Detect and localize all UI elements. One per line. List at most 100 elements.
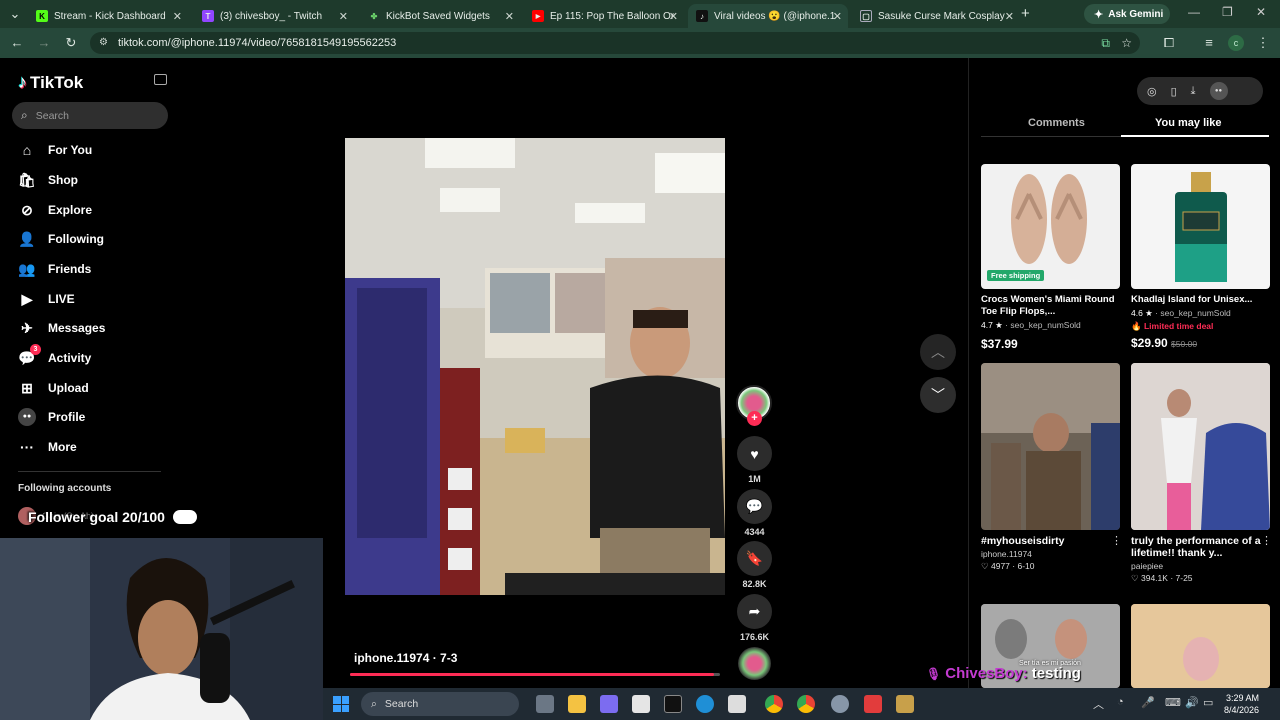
reload-icon[interactable]: ↻ (62, 34, 80, 52)
profile-avatar-icon: ●● (18, 408, 36, 426)
close-icon[interactable]: ✕ (339, 10, 348, 23)
copilot-icon[interactable] (600, 695, 618, 713)
clock-time: 3:29 AM (1225, 693, 1259, 703)
card-menu-icon[interactable]: ⋮ (1111, 534, 1122, 547)
nav-for-you[interactable]: ⌂ For You (18, 138, 92, 162)
window-close-icon[interactable]: ✕ (1256, 5, 1266, 19)
notepad-icon[interactable] (728, 695, 746, 713)
menu-dots-icon[interactable]: ⋮ (1254, 34, 1272, 52)
back-icon[interactable]: ← (8, 34, 26, 52)
mic-icon[interactable]: 🎤 (1141, 696, 1155, 709)
browser-tab-sasuke[interactable]: ▢ Sasuke Curse Mark Cosplay ✕ (852, 4, 1020, 28)
nav-label: For You (48, 143, 93, 157)
browser-tab-kickbot[interactable]: ✤ KickBot Saved Widgets ✕ (360, 4, 520, 28)
likes: 4977 (991, 561, 1010, 571)
minimize-icon[interactable]: — (1188, 5, 1200, 19)
tab-search-icon[interactable]: ⌄ (6, 5, 24, 23)
search-input[interactable]: ⌕ Search (12, 102, 168, 129)
file-explorer-icon[interactable] (568, 695, 586, 713)
windows-start-icon[interactable] (333, 696, 349, 712)
right-panel: ◎ ▯ ⤓ ●● Comments You may like Free ship… (968, 58, 1280, 688)
browser-tab-tiktok[interactable]: ♪ Viral videos 😮 (@iphone.1 ✕ (688, 4, 848, 28)
collapse-sidebar-icon[interactable] (154, 74, 167, 85)
taskbar-search[interactable]: ⌕ Search (361, 692, 519, 716)
extensions-icon[interactable]: ⧠ (1160, 34, 1178, 52)
heart-outline-icon: ♡ (1131, 573, 1139, 583)
home-icon: ⌂ (22, 142, 32, 158)
video-progress-track[interactable] (350, 673, 720, 676)
browser-tab-bar: ⌄ K Stream - Kick Dashboard ✕ T (3) chiv… (0, 0, 1280, 28)
nav-friends[interactable]: 👥 Friends (18, 257, 91, 281)
nav-more[interactable]: ··· More (18, 435, 77, 459)
edge-icon[interactable] (696, 695, 714, 713)
price-value: $29.90 (1131, 336, 1168, 350)
battery-icon[interactable]: ▭ (1203, 696, 1213, 709)
clock[interactable]: 3:29 AM 8/4/2026 (1219, 692, 1259, 716)
maximize-icon[interactable]: ❐ (1222, 5, 1233, 19)
nav-shop[interactable]: 🛍 Shop (18, 168, 78, 192)
nav-label: Upload (48, 381, 89, 395)
user-avatar-icon[interactable]: ●● (1209, 82, 1228, 100)
comment-button[interactable]: 💬 (737, 489, 772, 524)
nav-messages[interactable]: ✈ Messages (18, 316, 105, 340)
browser-tab-kick[interactable]: K Stream - Kick Dashboard ✕ (28, 4, 188, 28)
close-icon[interactable]: ✕ (505, 10, 514, 23)
tiktok-logo[interactable]: ♪ TikTok (18, 72, 83, 93)
recorder-icon[interactable] (864, 695, 882, 713)
video-card[interactable] (1131, 604, 1270, 688)
profile-avatar[interactable]: c (1228, 35, 1244, 51)
chrome-icon[interactable] (765, 695, 783, 713)
close-icon[interactable]: ✕ (669, 10, 678, 23)
tab-you-may-like[interactable]: You may like (1155, 117, 1221, 129)
video-card-title: #myhouseisdirty (981, 535, 1065, 547)
media-controls-icon[interactable]: ≡ (1200, 34, 1218, 52)
close-icon[interactable]: ✕ (173, 10, 182, 23)
save-button[interactable]: 🔖 (737, 541, 772, 576)
league-icon[interactable] (896, 695, 914, 713)
close-icon[interactable]: ✕ (833, 10, 842, 23)
product-card[interactable]: Free shipping Crocs Women's Miami Round … (981, 164, 1120, 351)
sound-disc-icon[interactable] (738, 647, 771, 680)
forward-icon[interactable]: → (35, 34, 53, 52)
task-view-icon[interactable] (536, 695, 554, 713)
url-field[interactable]: ⚙ tiktok.com/@iphone.11974/video/7658181… (90, 32, 1140, 54)
next-video-button[interactable]: ﹀ (920, 377, 956, 413)
video-author-line[interactable]: iphone.11974 · 7-3 (354, 651, 457, 665)
video-card[interactable]: truly the performance of a lifetime!! th… (1131, 363, 1272, 584)
nav-following[interactable]: 👤 Following (18, 227, 104, 251)
download-icon[interactable]: ⤓ (1191, 85, 1196, 98)
chrome-alt-icon[interactable] (797, 695, 815, 713)
bookmark-star-icon[interactable]: ☆ (1121, 32, 1132, 54)
video-card[interactable]: #myhouseisdirty ⋮ iphone.11974 ♡ 4977 · … (981, 363, 1122, 572)
mobile-icon[interactable]: ▯ (1171, 85, 1177, 98)
picture-in-picture-icon[interactable]: ◎ (1147, 85, 1157, 98)
ask-gemini-button[interactable]: ✦ Ask Gemini (1084, 4, 1170, 24)
nav-live[interactable]: ▶ LIVE (18, 287, 75, 311)
wifi-icon[interactable]: ◔ (1117, 696, 1124, 708)
nav-upload[interactable]: ⊞ Upload (18, 376, 89, 400)
product-title: Khadlaj Island for Unisex... (1131, 294, 1253, 305)
nav-activity[interactable]: 💬 3 Activity (18, 344, 91, 370)
close-icon[interactable]: ✕ (1005, 10, 1014, 23)
video-player[interactable] (345, 138, 725, 595)
follow-plus-icon[interactable]: + (747, 411, 762, 426)
install-app-icon[interactable]: ⧉ (1101, 32, 1110, 54)
browser-tab-youtube[interactable]: ▶ Ep 115: Pop The Balloon Or ✕ (524, 4, 684, 28)
like-button[interactable]: ♥ (737, 436, 772, 471)
new-tab-button[interactable]: + (1021, 5, 1030, 22)
nav-profile[interactable]: ●● Profile (18, 405, 85, 429)
tray-chevron-icon[interactable]: ︿ (1093, 696, 1104, 712)
capcut-icon[interactable] (664, 695, 682, 713)
product-card[interactable]: Khadlaj Island for Unisex... 4.6 ★ · seo… (1131, 164, 1270, 350)
card-menu-icon[interactable]: ⋮ (1261, 534, 1272, 547)
settings-icon[interactable] (831, 695, 849, 713)
volume-icon[interactable]: 🔊 (1185, 696, 1199, 709)
network-icon[interactable]: ⌨ (1165, 696, 1181, 709)
site-info-icon[interactable]: ⚙ (99, 32, 108, 54)
browser-tab-twitch[interactable]: T (3) chivesboy_ - Twitch ✕ (194, 4, 354, 28)
share-button[interactable]: ➦ (737, 594, 772, 629)
app-icon[interactable] (632, 695, 650, 713)
tab-comments[interactable]: Comments (1028, 117, 1085, 129)
previous-video-button[interactable]: ︿ (920, 334, 956, 370)
nav-explore[interactable]: ⊘ Explore (18, 198, 92, 222)
